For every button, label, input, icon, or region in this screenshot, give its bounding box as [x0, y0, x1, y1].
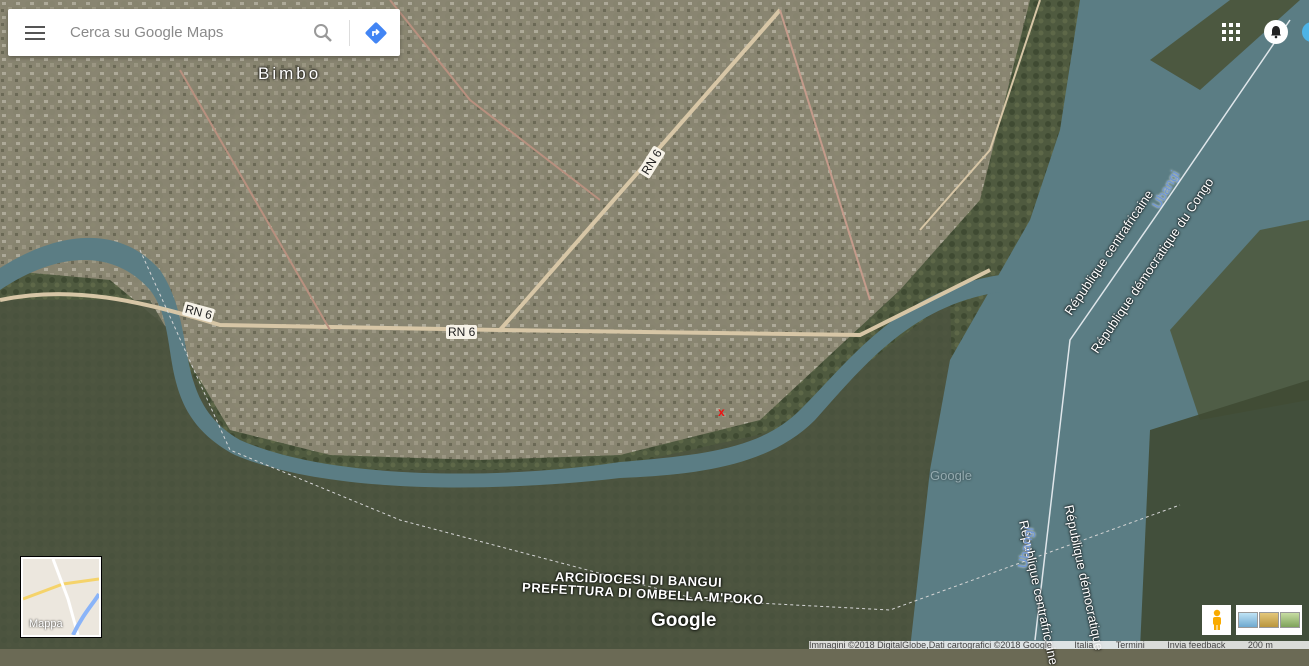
feedback-link[interactable]: Invia feedback — [1167, 641, 1225, 649]
directions-icon — [365, 22, 387, 43]
location-marker[interactable]: x — [718, 405, 725, 419]
layer-thumb-3[interactable] — [1279, 612, 1300, 628]
imagery-credit: Immagini ©2018 DigitalGlobe,Dati cartogr… — [809, 641, 1052, 649]
map-type-toggle[interactable]: Mappa — [21, 557, 101, 637]
pegman-icon — [1212, 609, 1221, 630]
apps-icon — [1222, 23, 1240, 41]
scale-bar[interactable]: 200 m — [1248, 641, 1273, 649]
road-label-rn6-center: RN 6 — [446, 325, 478, 339]
search-input[interactable] — [62, 12, 303, 53]
apps-button[interactable] — [1219, 20, 1243, 44]
layer-thumb-2[interactable] — [1258, 612, 1279, 628]
imagery-layers[interactable] — [1236, 605, 1302, 635]
region-link[interactable]: Italia — [1074, 641, 1093, 649]
minimap-label: Mappa — [29, 618, 63, 630]
map-watermark: Google — [930, 468, 972, 483]
notifications-icon — [1271, 26, 1281, 39]
footer-bar: Immagini ©2018 DigitalGlobe,Dati cartogr… — [809, 641, 1309, 649]
search-icon — [314, 23, 332, 42]
terms-link[interactable]: Termini — [1116, 641, 1145, 649]
search-divider — [349, 19, 350, 46]
google-logo: Google — [651, 610, 717, 631]
menu-icon — [25, 25, 45, 40]
directions-button[interactable] — [356, 9, 396, 56]
search-box — [8, 9, 400, 56]
notifications-button[interactable] — [1264, 20, 1288, 44]
street-view-button[interactable] — [1202, 605, 1231, 635]
layer-thumb-1[interactable] — [1238, 612, 1259, 628]
menu-button[interactable] — [8, 9, 62, 56]
town-label-bimbo: Bimbo — [258, 64, 322, 83]
search-button[interactable] — [303, 9, 343, 56]
